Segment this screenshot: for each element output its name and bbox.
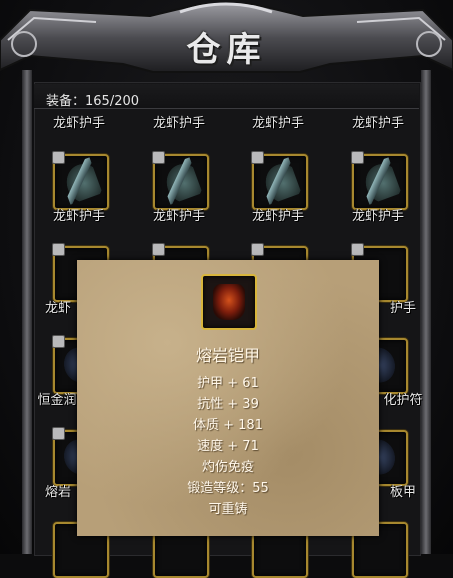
lock-icon bbox=[52, 151, 65, 164]
stat-forge-level: 锻造等级：55 bbox=[187, 481, 269, 496]
item-label: 龙虾护手 bbox=[351, 116, 404, 131]
stat-resistance: 抗性 + 39 bbox=[197, 397, 259, 412]
stat-constitution: 体质 + 181 bbox=[193, 418, 263, 433]
item-slot[interactable] bbox=[351, 151, 408, 210]
stat-speed: 速度 + 71 bbox=[197, 439, 259, 454]
item-label: 龙虾护手 bbox=[351, 209, 404, 224]
item-label: 龙虾护手 bbox=[152, 116, 205, 131]
lock-icon bbox=[351, 243, 364, 256]
tooltip-item-slot bbox=[201, 274, 257, 330]
item-slot[interactable] bbox=[152, 151, 209, 210]
lava-armor-icon bbox=[213, 284, 245, 320]
lock-icon bbox=[152, 243, 165, 256]
lock-icon bbox=[351, 151, 364, 164]
lock-icon bbox=[152, 151, 165, 164]
lock-icon bbox=[52, 335, 65, 348]
lock-icon bbox=[52, 243, 65, 256]
item-label: 护手 bbox=[389, 301, 416, 316]
item-label: 龙虾护手 bbox=[152, 209, 205, 224]
gauntlet-icon bbox=[57, 157, 103, 205]
item-label: 化护符 bbox=[383, 393, 423, 408]
item-label: 龙虾护手 bbox=[52, 116, 105, 131]
item-label: 龙虾护手 bbox=[52, 209, 105, 224]
stat-burn-immunity: 灼伤免疫 bbox=[201, 460, 254, 475]
item-tooltip: 熔岩铠甲 护甲 + 61 抗性 + 39 体质 + 181 速度 + 71 灼伤… bbox=[77, 260, 379, 536]
item-label: 板甲 bbox=[389, 485, 416, 500]
warehouse-window: 仓库 装备：165/200 龙虾护手 龙虾护手 龙虾护手 龙虾护手 龙虾护手 龙… bbox=[0, 0, 453, 578]
lock-icon bbox=[251, 151, 264, 164]
window-title: 仓库 bbox=[186, 30, 267, 70]
gauntlet-icon bbox=[256, 157, 302, 205]
lock-icon bbox=[52, 427, 65, 440]
item-label: 龙虾护手 bbox=[251, 209, 304, 224]
gauntlet-icon bbox=[356, 157, 402, 205]
item-slot[interactable] bbox=[52, 151, 109, 210]
item-name: 熔岩铠甲 bbox=[195, 346, 260, 365]
item-label: 龙虾护手 bbox=[251, 116, 304, 131]
stat-armor: 护甲 + 61 bbox=[197, 376, 259, 391]
item-slot[interactable] bbox=[251, 151, 308, 210]
lock-icon bbox=[251, 243, 264, 256]
inventory-count: 装备：165/200 bbox=[46, 94, 140, 109]
stat-reforgeable: 可重铸 bbox=[208, 502, 248, 517]
gauntlet-icon bbox=[157, 157, 203, 205]
